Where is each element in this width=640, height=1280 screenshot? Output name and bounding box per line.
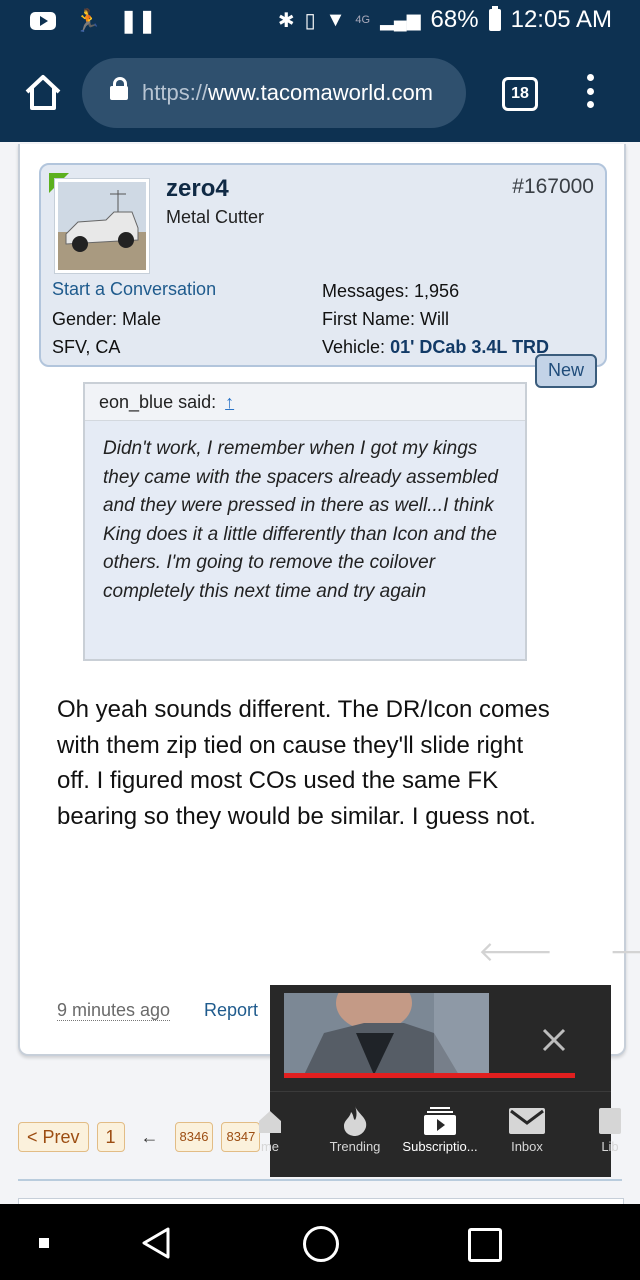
nav-subscriptions[interactable]: Subscriptio... bbox=[400, 1103, 480, 1154]
clock: 12:05 AM bbox=[510, 6, 612, 33]
quote-jump-link[interactable]: ↑ bbox=[225, 392, 234, 412]
network-type: 4G bbox=[355, 14, 371, 26]
video-thumbnail[interactable] bbox=[284, 993, 489, 1075]
home-icon bbox=[230, 1103, 310, 1139]
library-icon bbox=[570, 1103, 640, 1139]
page-skip[interactable]: ← bbox=[141, 1127, 159, 1148]
user-first-name: First Name: Will bbox=[322, 309, 449, 329]
user-title: Metal Cutter bbox=[166, 207, 265, 227]
battery-percent: 68% bbox=[430, 6, 479, 33]
report-link[interactable]: Report bbox=[204, 1000, 258, 1021]
wifi-icon: ▼ bbox=[325, 8, 346, 31]
divider bbox=[270, 1091, 611, 1092]
pause-icon: ❚❚ bbox=[119, 8, 157, 33]
start-conversation-link[interactable]: Start a Conversation bbox=[52, 279, 216, 300]
overflow-menu-icon[interactable] bbox=[582, 74, 598, 108]
subscriptions-icon bbox=[400, 1103, 480, 1139]
back-icon[interactable] bbox=[140, 1226, 174, 1265]
arrow-right-icon[interactable]: 🡒 bbox=[609, 934, 640, 968]
quote-header: eon_blue said: ↑ bbox=[85, 384, 525, 421]
forum-post: zero4 Metal Cutter #167000 Start a Conve… bbox=[18, 144, 640, 1056]
nav-dot-icon[interactable] bbox=[39, 1238, 49, 1248]
page-button-first[interactable]: 1 bbox=[96, 1122, 125, 1152]
arrow-left-icon[interactable]: 🡐 bbox=[478, 934, 553, 968]
user-location: SFV, CA bbox=[52, 337, 121, 357]
status-bar: 🏃 ❚❚ ✱ ▯ ▼ 4G ▂▄▆ 68% 12:05 AM bbox=[0, 0, 640, 44]
user-info-box: zero4 Metal Cutter #167000 Start a Conve… bbox=[39, 163, 607, 367]
home-circle-icon[interactable] bbox=[303, 1226, 339, 1262]
tab-switcher-button[interactable]: 18 bbox=[502, 77, 538, 111]
post-number[interactable]: #167000 bbox=[512, 175, 594, 199]
quote-text: Didn't work, I remember when I got my ki… bbox=[103, 438, 498, 602]
nav-library[interactable]: Lib bbox=[570, 1103, 640, 1154]
browser-toolbar: https://www.tacomaworld.com 18 bbox=[0, 44, 640, 142]
signal-icon: ▂▄▆ bbox=[380, 9, 421, 30]
post-timestamp[interactable]: 9 minutes ago bbox=[57, 1000, 171, 1021]
quote-author: eon_blue said: bbox=[99, 392, 217, 412]
nav-inbox[interactable]: Inbox bbox=[487, 1103, 567, 1154]
vibrate-icon: ▯ bbox=[304, 9, 316, 32]
youtube-bottom-nav: me Trending Subscriptio... Inbox Lib bbox=[259, 1103, 621, 1173]
avatar[interactable] bbox=[54, 178, 150, 274]
url-bar[interactable]: https://www.tacomaworld.com bbox=[82, 58, 466, 128]
url-text[interactable]: https://www.tacomaworld.com bbox=[142, 80, 433, 106]
youtube-notification-icon bbox=[30, 12, 56, 30]
close-icon[interactable] bbox=[542, 1028, 566, 1052]
fitness-icon: 🏃 bbox=[74, 8, 102, 33]
page-button[interactable]: 8346 bbox=[174, 1122, 214, 1152]
new-badge: New bbox=[535, 354, 597, 388]
prev-page-button[interactable]: < Prev bbox=[18, 1122, 89, 1152]
user-messages: Messages: 1,956 bbox=[322, 281, 460, 301]
recent-apps-icon[interactable] bbox=[468, 1228, 502, 1262]
lock-icon bbox=[110, 77, 128, 100]
battery-icon bbox=[488, 6, 501, 31]
youtube-mini-player[interactable]: me Trending Subscriptio... Inbox Lib bbox=[259, 985, 621, 1177]
android-nav-bar bbox=[0, 1204, 640, 1280]
mail-icon bbox=[487, 1103, 567, 1139]
post-nav-arrows: 🡐 🡒 bbox=[478, 934, 640, 968]
video-progress-bar[interactable] bbox=[284, 1073, 575, 1078]
flame-icon bbox=[315, 1103, 395, 1139]
home-icon[interactable] bbox=[22, 73, 64, 113]
pagination: < Prev 1 ← 8346 8347 bbox=[18, 1122, 261, 1152]
quote-block: eon_blue said: ↑ Didn't work, I remember… bbox=[83, 382, 527, 661]
bluetooth-icon: ✱ bbox=[277, 9, 295, 32]
user-vehicle: Vehicle: 01' DCab 3.4L TRD bbox=[322, 337, 550, 357]
nav-trending[interactable]: Trending bbox=[315, 1103, 395, 1154]
divider bbox=[18, 1179, 622, 1181]
username[interactable]: zero4 bbox=[166, 175, 229, 203]
user-gender: Gender: Male bbox=[52, 309, 162, 329]
nav-home[interactable]: me bbox=[230, 1103, 310, 1154]
post-body: Oh yeah sounds different. The DR/Icon co… bbox=[57, 696, 550, 830]
